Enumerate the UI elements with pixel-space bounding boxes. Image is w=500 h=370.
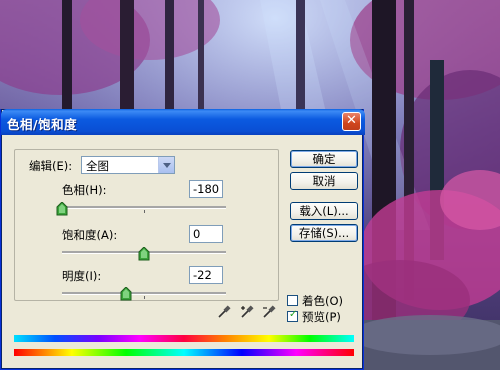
edit-dropdown-value: 全图 (86, 159, 109, 173)
title-bar[interactable]: 色相/饱和度 ✕ (1, 109, 365, 135)
adjustment-group: 编辑(E): 全图 色相(H): -180 饱和度(A): 0 明度(I): -… (14, 149, 279, 301)
colorize-checkbox[interactable] (287, 295, 298, 306)
save-button[interactable]: 存储(S)... (290, 224, 358, 242)
hue-slider-track[interactable] (62, 206, 226, 209)
dialog-content: 编辑(E): 全图 色相(H): -180 饱和度(A): 0 明度(I): -… (4, 135, 360, 367)
close-icon: ✕ (346, 113, 357, 128)
adjusted-hue-bar (14, 335, 354, 342)
lightness-label: 明度(I): (62, 269, 102, 283)
hue-center-tick (144, 210, 145, 213)
edit-dropdown[interactable]: 全图 (81, 156, 175, 174)
preview-checkbox[interactable]: ✓ (287, 309, 298, 322)
hue-input[interactable]: -180 (189, 180, 223, 198)
close-button[interactable]: ✕ (342, 112, 361, 131)
hue-label: 色相(H): (62, 183, 107, 197)
lightness-input[interactable]: -22 (189, 266, 223, 284)
saturation-label: 饱和度(A): (62, 228, 118, 242)
hue-saturation-dialog: 色相/饱和度 ✕ 编辑(E): 全图 色相(H): -180 饱和度(A): 0 (0, 109, 365, 370)
colorize-label[interactable]: 着色(O) (302, 293, 343, 309)
checkmark-icon: ✓ (289, 309, 298, 320)
cancel-button[interactable]: 取消 (290, 172, 358, 190)
eyedropper-plus-icon[interactable] (240, 305, 254, 319)
chevron-down-icon[interactable] (158, 157, 174, 173)
ok-button[interactable]: 确定 (290, 150, 358, 168)
original-hue-bar (14, 349, 354, 356)
load-button[interactable]: 载入(L)... (290, 202, 358, 220)
lightness-slider-track[interactable] (62, 292, 226, 295)
edit-label: 编辑(E): (29, 159, 73, 173)
saturation-input[interactable]: 0 (189, 225, 223, 243)
eyedropper-icon[interactable] (217, 305, 231, 319)
preview-label[interactable]: 预览(P) (302, 309, 341, 325)
dialog-title: 色相/饱和度 (7, 117, 78, 132)
eyedropper-minus-icon[interactable] (262, 305, 276, 319)
lightness-center-tick (144, 296, 145, 299)
